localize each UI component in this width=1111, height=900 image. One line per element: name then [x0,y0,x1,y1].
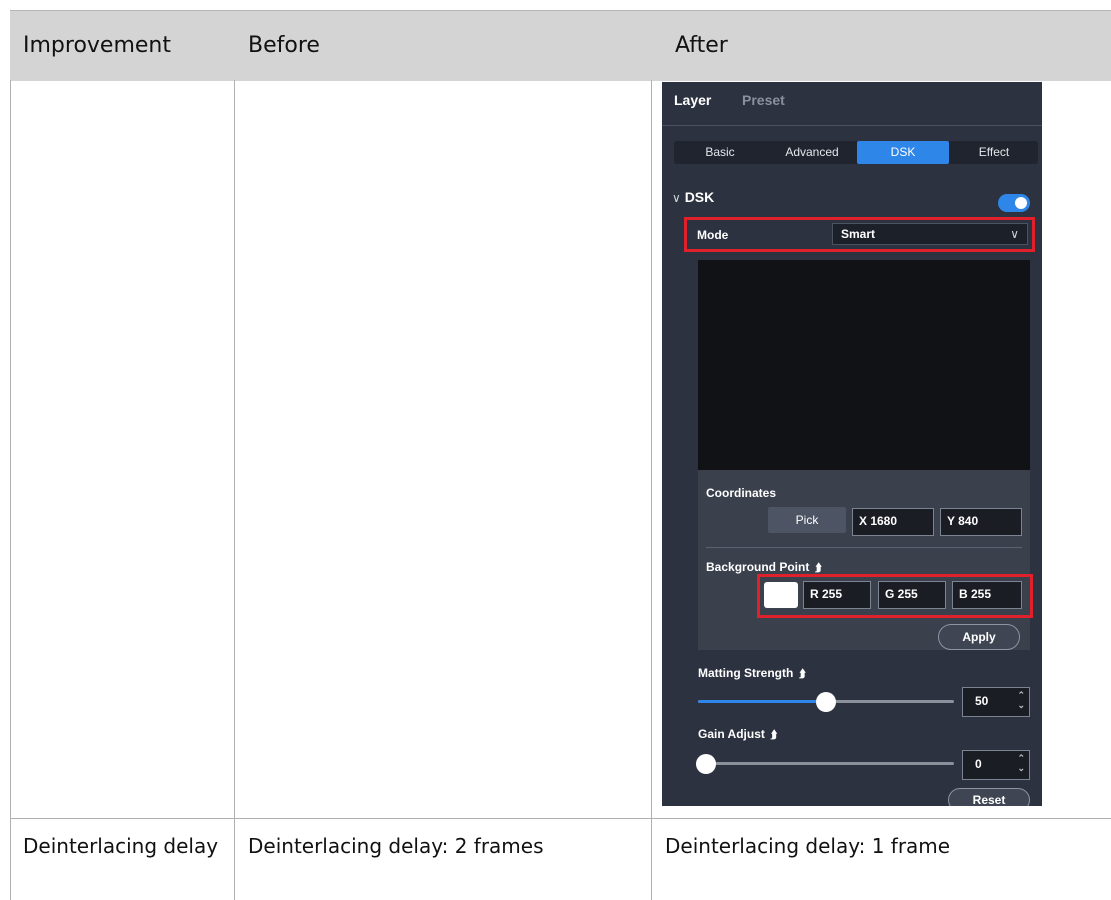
mode-value: Smart [841,227,876,241]
table-row-divider [10,818,1111,819]
stepper-arrows-icon[interactable]: ⌃ ⌄ [1017,690,1025,710]
matting-slider-fill [698,700,826,703]
reset-button[interactable]: Reset [948,788,1030,806]
background-point-label: Background Point ⮭ [706,560,822,574]
g-field[interactable]: G 255 [878,581,946,609]
matting-strength-value: 50 [975,694,989,708]
row2-improvement: Deinterlacing delay [23,834,219,858]
matting-strength-label: Matting Strength ⮭ [698,666,806,681]
group-divider [706,547,1022,548]
tab-divider [662,125,1042,126]
apply-button[interactable]: Apply [938,624,1020,650]
gain-slider-thumb[interactable] [696,754,716,774]
tab-preset[interactable]: Preset [742,92,785,108]
table-header-row: Improvement Before After [10,10,1111,81]
reset-icon[interactable]: ⮭ [799,668,806,681]
preview-area[interactable] [698,260,1030,470]
chevron-down-icon: ∨ [1010,227,1019,241]
segment-control: Basic Advanced DSK Effect [674,141,1038,164]
chevron-down-icon: ∨ [672,191,681,205]
segment-basic[interactable]: Basic [674,141,766,164]
y-coordinate-field[interactable]: Y 840 [940,508,1022,536]
toggle-knob [1015,197,1027,209]
dsk-section-title: DSK [684,189,715,205]
segment-dsk[interactable]: DSK [857,141,949,164]
matting-slider-thumb[interactable] [816,692,836,712]
color-swatch[interactable] [764,582,798,608]
segment-effect[interactable]: Effect [950,141,1038,164]
matting-strength-stepper[interactable]: 50 ⌃ ⌄ [962,687,1030,717]
pick-button[interactable]: Pick [768,507,846,533]
r-field[interactable]: R 255 [803,581,871,609]
coordinates-label: Coordinates [706,486,777,500]
dsk-section-header[interactable]: ∨ DSK [672,189,714,205]
gain-adjust-label: Gain Adjust ⮭ [698,727,778,742]
tab-layer[interactable]: Layer [674,92,711,108]
header-before: Before [248,33,320,58]
b-field[interactable]: B 255 [952,581,1022,609]
gain-slider-track[interactable] [698,762,954,765]
table-divider-1 [234,80,235,900]
header-after: After [675,33,728,58]
table-border-left [10,80,11,900]
gain-adjust-stepper[interactable]: 0 ⌃ ⌄ [962,750,1030,780]
stepper-arrows-icon[interactable]: ⌃ ⌄ [1017,753,1025,773]
table-divider-2 [651,80,652,900]
gain-adjust-value: 0 [975,757,982,771]
x-coordinate-field[interactable]: X 1680 [852,508,934,536]
dsk-toggle[interactable] [998,194,1030,212]
mode-select[interactable]: Smart ∨ [832,223,1028,245]
dsk-settings-panel: Layer Preset Basic Advanced DSK Effect ∨… [662,82,1042,806]
segment-advanced[interactable]: Advanced [766,141,858,164]
header-improvement: Improvement [23,33,171,58]
row2-after: Deinterlacing delay: 1 frame [665,834,951,858]
mode-label: Mode [697,228,729,242]
reset-icon[interactable]: ⮭ [771,729,778,742]
row2-before: Deinterlacing delay: 2 frames [248,834,544,858]
